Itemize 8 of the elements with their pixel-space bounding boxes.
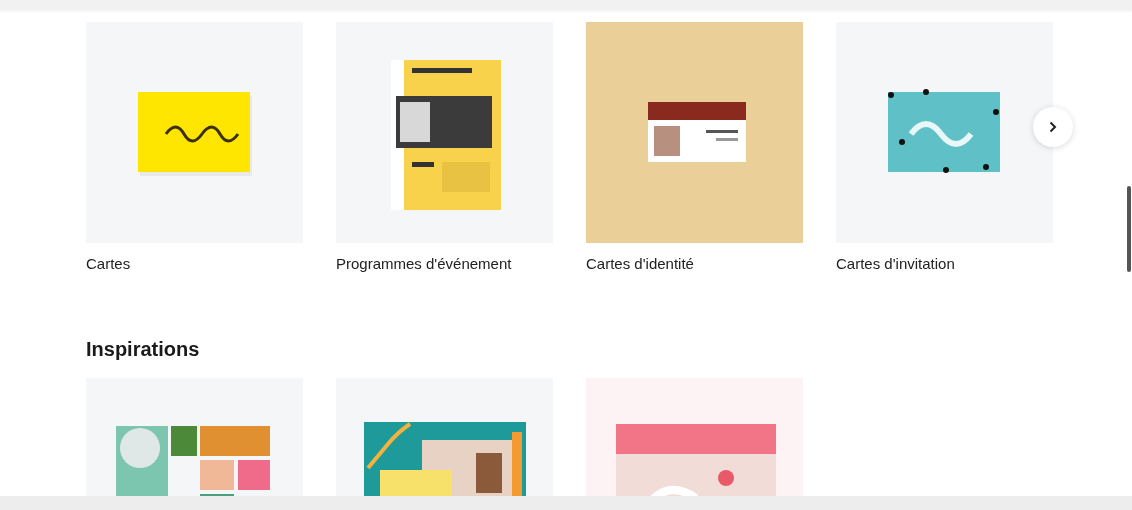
next-button[interactable]: [1033, 107, 1073, 147]
category-label[interactable]: Programmes d'événement: [336, 255, 553, 273]
category-label[interactable]: Cartes d'identité: [586, 255, 803, 273]
section-heading: Inspirations: [86, 337, 201, 361]
chevron-right-icon: [1049, 121, 1057, 133]
scrollbar-thumb[interactable]: [1127, 186, 1131, 272]
category-label[interactable]: Cartes d'invitation: [836, 255, 1053, 273]
category-label[interactable]: Cartes: [86, 255, 303, 273]
